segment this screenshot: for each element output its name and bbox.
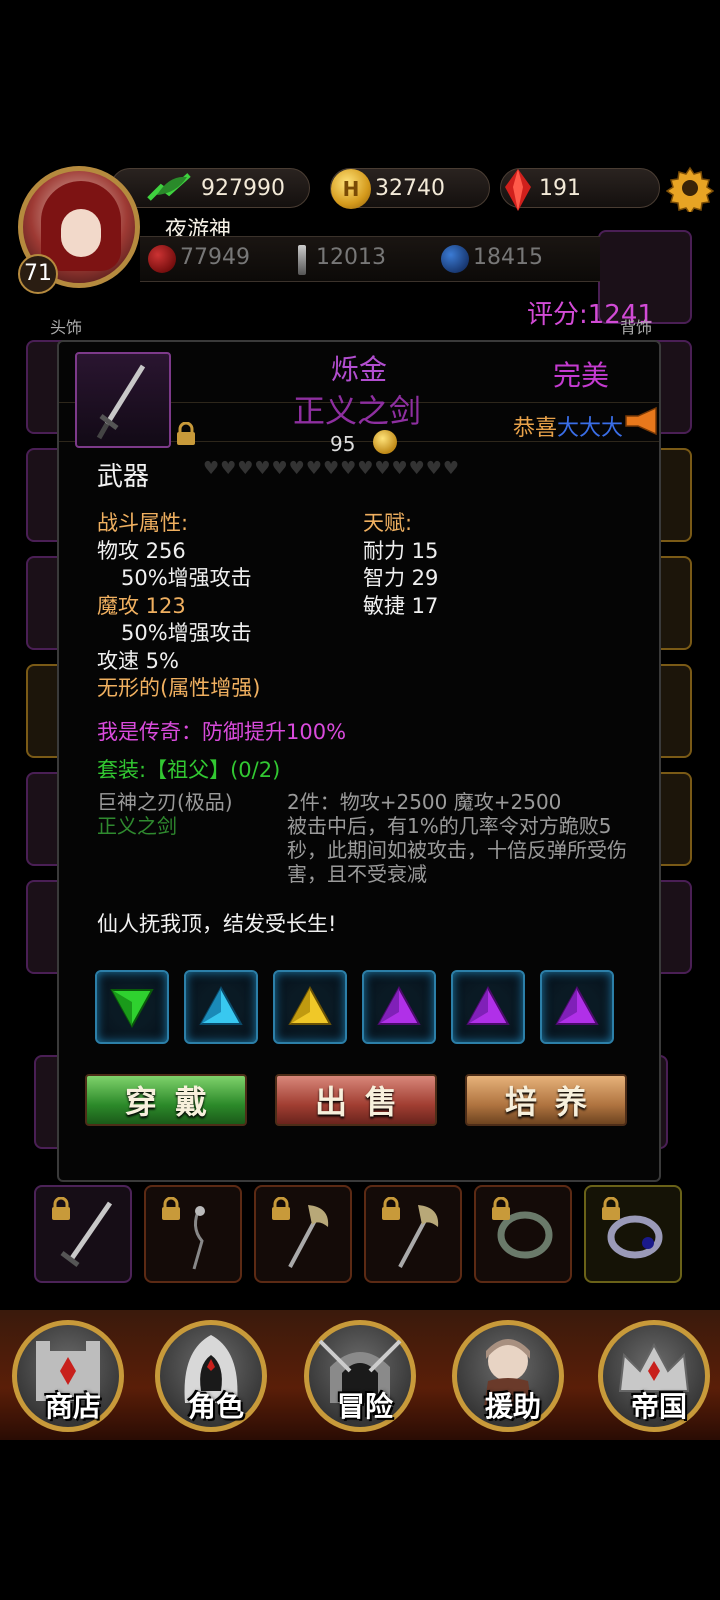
hp-value: 77949 (180, 245, 250, 270)
back-slot-label: 背饰 (620, 318, 653, 337)
equip-slot-type: 武器 (97, 462, 150, 492)
inventory-slot[interactable] (364, 1185, 462, 1283)
legend-bonus: 我是传奇：防御提升100% (97, 720, 347, 744)
lock-icon[interactable] (600, 1197, 622, 1221)
durability-hearts: ♥♥♥♥♥♥♥♥♥♥♥♥♥♥♥ (203, 458, 461, 479)
green-gem-icon (110, 989, 154, 1028)
talents: 天赋: 耐力 15 智力 29 敏捷 17 (363, 510, 563, 620)
inventory-slot[interactable] (144, 1185, 242, 1283)
purple-gem-icon (466, 986, 510, 1025)
item-category: 烁金 (331, 353, 388, 386)
inventory-slot[interactable] (34, 1185, 132, 1283)
stat-line: 魔攻 123 (97, 593, 186, 618)
nav-character-label: 角色 (187, 1390, 244, 1423)
lock-icon[interactable] (50, 1197, 72, 1221)
upgrade-button[interactable]: 培养 (465, 1074, 627, 1126)
item-icon-frame (75, 352, 171, 448)
nav-assist[interactable]: 援助 (452, 1320, 564, 1432)
purple-gem-icon (555, 986, 599, 1025)
equip-button[interactable]: 穿戴 (85, 1074, 247, 1126)
mana-orb-icon (441, 245, 469, 273)
gem-counter: 191 (500, 168, 660, 211)
mana-stat: 18415 (441, 245, 543, 273)
mana-value: 18415 (473, 245, 543, 270)
item-name: 正义之剑 (293, 392, 422, 430)
nav-character[interactable]: 角色 (155, 1320, 267, 1432)
congrats-prefix: 恭喜 (513, 416, 558, 441)
item-quality: 完美 (553, 359, 610, 392)
ruby-icon (505, 169, 531, 211)
congrats-name: 大大大 (557, 416, 624, 441)
talent-title: 天赋: (363, 511, 413, 535)
gem-socket-green[interactable] (95, 970, 169, 1044)
inventory-slot[interactable] (254, 1185, 352, 1283)
stat-line: 无形的(属性增强) (97, 676, 261, 700)
hp-stat: 77949 (148, 245, 250, 273)
set-item: 巨神之刃(极品) (97, 790, 233, 814)
bottom-nav: 商店 角色 冒险 援助 帝国 (0, 1310, 720, 1440)
combat-stats: 战斗属性: 物攻 256 50%增强攻击 魔攻 123 50%增强攻击 攻速 5… (97, 510, 347, 703)
stat-line: 攻速 5% (97, 648, 179, 673)
apple-icon (148, 245, 176, 273)
exp-value: 927990 (201, 175, 285, 201)
set-items: 巨神之刃(极品) 正义之剑 (97, 790, 277, 838)
gold-coin-icon: H (331, 169, 371, 209)
player-level-badge: 71 (18, 254, 58, 294)
settings-gear-icon[interactable] (666, 164, 714, 212)
level-coin-icon (373, 430, 397, 454)
nav-empire[interactable]: 帝国 (598, 1320, 710, 1432)
gem-socket-yellow[interactable] (273, 970, 347, 1044)
stat-line: 50%增强攻击 (121, 566, 252, 590)
stat-line: 物攻 256 (97, 538, 186, 563)
attack-value: 12013 (316, 245, 386, 270)
nav-empire-label: 帝国 (630, 1390, 687, 1423)
head-slot-label: 头饰 (50, 318, 83, 337)
attack-stat: 12013 (298, 245, 386, 275)
lock-icon[interactable] (490, 1197, 512, 1221)
nav-shop-label: 商店 (44, 1390, 101, 1423)
talent-line: 智力 29 (363, 566, 439, 590)
combat-stats-title: 战斗属性: (97, 511, 189, 535)
stat-line: 50%增强攻击 (121, 621, 252, 645)
nav-assist-label: 援助 (484, 1390, 541, 1423)
cyan-gem-icon (199, 986, 243, 1025)
sword-item-icon (96, 364, 146, 440)
gem-socket-purple[interactable] (451, 970, 525, 1044)
nav-adventure-label: 冒险 (336, 1390, 393, 1423)
lock-icon[interactable] (270, 1197, 292, 1221)
set-effect: 2件：物攻+2500 魔攻+2500 被击中后，有1%的几率令对方跪败5秒，此期… (287, 790, 627, 886)
lock-icon[interactable] (380, 1197, 402, 1221)
set-title: 套装:【祖父】(0/2) (97, 758, 281, 782)
lock-icon[interactable] (175, 422, 197, 446)
set-item: 正义之剑 (97, 814, 177, 838)
gem-sockets (95, 970, 615, 1044)
flavor-text: 仙人抚我顶，结发受长生! (97, 912, 337, 936)
player-stats-row: 77949 12013 18415 (140, 236, 600, 282)
congrats-broadcast: 恭喜大大大 (513, 410, 623, 442)
lock-icon[interactable] (160, 1197, 182, 1221)
yellow-gem-icon (288, 986, 332, 1025)
gem-value: 191 (539, 175, 581, 201)
talent-line: 耐力 15 (363, 538, 439, 563)
sword-icon (298, 245, 306, 275)
level-requirement: 95 (330, 432, 356, 456)
top-bar: 927990 H 32740 191 夜游神 77949 12013 18415 (0, 150, 720, 310)
gem-socket-cyan[interactable] (184, 970, 258, 1044)
exp-leaf-icon (147, 173, 191, 201)
gem-socket-purple[interactable] (362, 970, 436, 1044)
exp-counter: 927990 (110, 168, 310, 208)
purple-gem-icon (377, 986, 421, 1025)
nav-shop[interactable]: 商店 (12, 1320, 124, 1432)
gold-value: 32740 (375, 175, 445, 201)
megaphone-icon[interactable] (624, 406, 660, 436)
inventory-slot[interactable] (474, 1185, 572, 1283)
talent-line: 敏捷 17 (363, 593, 439, 618)
gold-counter: H 32740 (330, 168, 490, 209)
inventory-slot[interactable] (584, 1185, 682, 1283)
gem-socket-purple[interactable] (540, 970, 614, 1044)
item-detail-modal: 烁金 正义之剑 完美 恭喜大大大 95 武器 ♥♥♥♥♥♥♥♥♥♥♥♥♥♥♥ 战… (57, 340, 661, 1182)
nav-adventure[interactable]: 冒险 (304, 1320, 416, 1432)
sell-button[interactable]: 出售 (275, 1074, 437, 1126)
